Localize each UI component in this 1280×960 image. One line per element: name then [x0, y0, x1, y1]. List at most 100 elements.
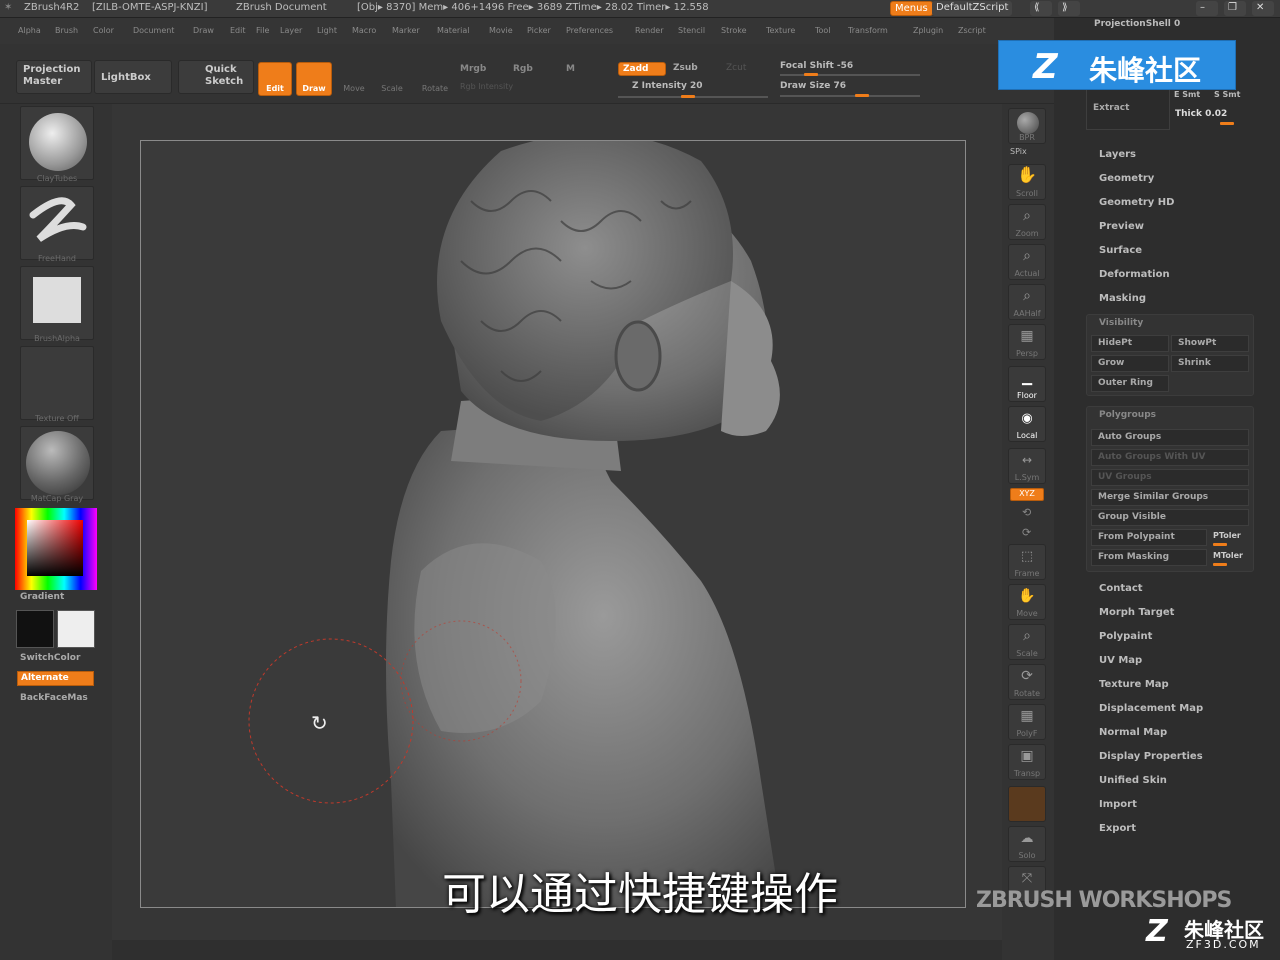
draw-button[interactable]: Draw	[296, 62, 332, 96]
alternate-button[interactable]: Alternate	[17, 671, 94, 686]
contact-item[interactable]: Contact	[1099, 583, 1143, 594]
auto-groups-button[interactable]: Auto Groups	[1091, 429, 1249, 446]
stroke-thumbnail[interactable]	[20, 186, 94, 260]
local-button[interactable]: ◉ Local	[1008, 406, 1046, 442]
gradient-label[interactable]: Gradient	[20, 592, 64, 602]
unified-skin-item[interactable]: Unified Skin	[1099, 775, 1167, 786]
restore-icon[interactable]: ❐	[1224, 1, 1246, 16]
draw-size-knob[interactable]	[855, 94, 869, 97]
menu-macro[interactable]: Macro	[352, 26, 376, 35]
m-button[interactable]: M	[566, 64, 575, 74]
focal-shift-slider[interactable]: Focal Shift -56	[780, 61, 853, 71]
zcut-button[interactable]: Zcut	[726, 63, 746, 73]
menu-picker[interactable]: Picker	[527, 26, 551, 35]
backface-mask-button[interactable]: BackFaceMas	[20, 693, 88, 703]
from-polypaint-button[interactable]: From Polypaint	[1091, 529, 1207, 546]
menu-stroke[interactable]: Stroke	[721, 26, 747, 35]
preview-item[interactable]: Preview	[1099, 221, 1144, 232]
menu-document[interactable]: Document	[133, 26, 174, 35]
frame-button[interactable]: ⬚ Frame	[1008, 544, 1046, 580]
move-button[interactable]: Move	[340, 64, 368, 96]
menu-zplugin[interactable]: Zplugin	[913, 26, 943, 35]
zadd-button[interactable]: Zadd	[618, 62, 666, 76]
z-intensity-knob[interactable]	[681, 95, 695, 98]
quick-sketch-button[interactable]: Quick Sketch	[178, 60, 254, 94]
uv-groups-button[interactable]: UV Groups	[1091, 469, 1249, 486]
lightbox-button[interactable]: LightBox	[94, 60, 172, 94]
deformation-item[interactable]: Deformation	[1099, 269, 1170, 280]
menu-zscript[interactable]: Zscript	[958, 26, 986, 35]
forward-icon[interactable]: ⟫	[1058, 1, 1080, 16]
ptoler-knob[interactable]	[1213, 543, 1227, 546]
rotate-z-icon[interactable]: ⟳	[1022, 526, 1031, 539]
color-picker[interactable]	[15, 508, 97, 590]
script-button[interactable]: DefaultZScript	[932, 1, 1013, 16]
menu-tool[interactable]: Tool	[815, 26, 831, 35]
shrink-button[interactable]: Shrink	[1171, 355, 1249, 372]
draw-size-slider[interactable]: Draw Size 76	[780, 81, 846, 91]
document-canvas[interactable]	[140, 140, 966, 908]
menu-preferences[interactable]: Preferences	[566, 26, 613, 35]
s-smt-slider[interactable]: S Smt	[1214, 90, 1240, 99]
masking-item[interactable]: Masking	[1099, 293, 1146, 304]
projection-shell-slider[interactable]: ProjectionShell 0	[1094, 19, 1180, 29]
solo-button[interactable]: ☁ Solo	[1008, 826, 1046, 862]
merge-similar-groups-button[interactable]: Merge Similar Groups	[1091, 489, 1249, 506]
menu-marker[interactable]: Marker	[392, 26, 420, 35]
xyz-button[interactable]: XYZ	[1010, 488, 1044, 501]
surface-item[interactable]: Surface	[1099, 245, 1142, 256]
rgb-intensity-slider[interactable]: Rgb Intensity	[460, 82, 513, 91]
aahalf-button[interactable]: ⌕ AAHalf	[1008, 284, 1046, 320]
mtoler-slider[interactable]: MToler	[1213, 551, 1243, 560]
ptoler-slider[interactable]: PToler	[1213, 531, 1241, 540]
menu-file[interactable]: File	[256, 26, 269, 35]
ghost-button[interactable]	[1008, 786, 1046, 822]
polyf-button[interactable]: ▦ PolyF	[1008, 704, 1046, 740]
lsym-button[interactable]: ↔ L.Sym	[1008, 448, 1046, 484]
e-smt-slider[interactable]: E Smt	[1174, 90, 1200, 99]
scroll-button[interactable]: ✋ Scroll	[1008, 164, 1046, 200]
grow-button[interactable]: Grow	[1091, 355, 1169, 372]
export-item[interactable]: Export	[1099, 823, 1136, 834]
thick-slider[interactable]: Thick 0.02	[1175, 109, 1227, 119]
alpha-thumbnail[interactable]	[20, 266, 94, 340]
projection-master-button[interactable]: Projection Master	[16, 60, 92, 94]
color-square[interactable]	[27, 520, 83, 576]
rotate-y-icon[interactable]: ⟲	[1022, 506, 1031, 519]
spix-slider[interactable]: SPix	[1010, 147, 1027, 156]
scale-button[interactable]: Scale	[378, 64, 406, 96]
menu-render[interactable]: Render	[635, 26, 663, 35]
outer-ring-button[interactable]: Outer Ring	[1091, 375, 1169, 392]
persp-button[interactable]: ▦ Persp	[1008, 324, 1046, 360]
main-color-swatch[interactable]	[16, 610, 54, 648]
rotate-button[interactable]: Rotate	[418, 64, 452, 96]
auto-groups-uv-button[interactable]: Auto Groups With UV	[1091, 449, 1249, 466]
edit-button[interactable]: Edit	[258, 62, 292, 96]
floor-button[interactable]: ▁ Floor	[1008, 366, 1046, 402]
z-intensity-slider[interactable]: Z Intensity 20	[632, 81, 703, 91]
menu-brush[interactable]: Brush	[55, 26, 78, 35]
menu-edit[interactable]: Edit	[230, 26, 246, 35]
showpt-button[interactable]: ShowPt	[1171, 335, 1249, 352]
rewind-icon[interactable]: ⟪	[1030, 1, 1052, 16]
mtoler-knob[interactable]	[1213, 563, 1227, 566]
menu-light[interactable]: Light	[317, 26, 337, 35]
layers-item[interactable]: Layers	[1099, 149, 1136, 160]
material-thumbnail[interactable]	[20, 426, 94, 500]
geometry-hd-item[interactable]: Geometry HD	[1099, 197, 1174, 208]
actual-button[interactable]: ⌕ Actual	[1008, 244, 1046, 280]
mrgb-button[interactable]: Mrgb	[460, 64, 486, 74]
minimize-icon[interactable]: –	[1196, 1, 1218, 16]
menu-color[interactable]: Color	[93, 26, 114, 35]
menu-material[interactable]: Material	[437, 26, 470, 35]
menu-alpha[interactable]: Alpha	[18, 26, 41, 35]
from-masking-button[interactable]: From Masking	[1091, 549, 1207, 566]
menu-stencil[interactable]: Stencil	[678, 26, 705, 35]
menu-texture[interactable]: Texture	[766, 26, 795, 35]
visibility-title[interactable]: Visibility	[1099, 318, 1143, 328]
extract-button[interactable]: Extract	[1086, 86, 1170, 130]
import-item[interactable]: Import	[1099, 799, 1137, 810]
focal-shift-knob[interactable]	[804, 73, 818, 76]
polygroups-title[interactable]: Polygroups	[1099, 410, 1156, 420]
rotate-button[interactable]: ⟳ Rotate	[1008, 664, 1046, 700]
